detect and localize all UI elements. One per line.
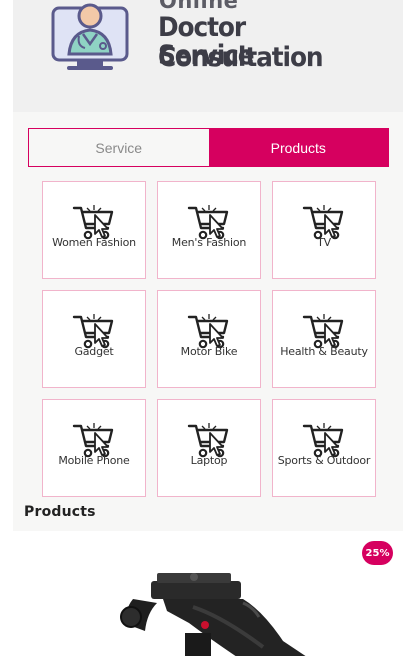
tab-products[interactable]: Products [208,129,388,166]
category-label: Gadget [74,345,114,358]
product-card[interactable]: 25% [13,531,403,656]
products-section-title: Products [24,504,96,520]
category-tile[interactable]: Mobile Phone [42,399,146,497]
app-frame: Online Doctor Consultation Service Servi… [13,0,403,656]
category-tile[interactable]: Laptop [157,399,261,497]
category-label: Motor Bike [180,345,238,358]
category-label: Mobile Phone [58,454,130,467]
category-label: Women Fashion [52,236,136,249]
tripod-head-image [120,573,306,656]
category-tile[interactable]: Sports & Outdoor [272,399,376,497]
category-tile[interactable]: Gadget [42,290,146,388]
tab-service[interactable]: Service [29,129,209,166]
category-label: Laptop [190,454,228,467]
tab-bar: Service Products [28,128,389,167]
category-label: Sports & Outdoor [277,454,371,467]
category-label: TV [317,236,331,249]
discount-badge: 25% [362,541,393,565]
category-grid: Women Fashion Men's Fashion TV Gadget Mo… [42,181,376,497]
promo-banner[interactable]: Online Doctor Consultation Service [13,0,403,112]
category-tile[interactable]: Women Fashion [42,181,146,279]
category-label: Health & Beauty [280,345,368,358]
category-tile[interactable]: Motor Bike [157,290,261,388]
doctor-monitor-icon [51,3,129,70]
category-tile[interactable]: Health & Beauty [272,290,376,388]
category-tile[interactable]: TV [272,181,376,279]
category-tile[interactable]: Men's Fashion [157,181,261,279]
category-label: Men's Fashion [171,236,247,249]
banner-subtitle: Service [158,40,255,71]
